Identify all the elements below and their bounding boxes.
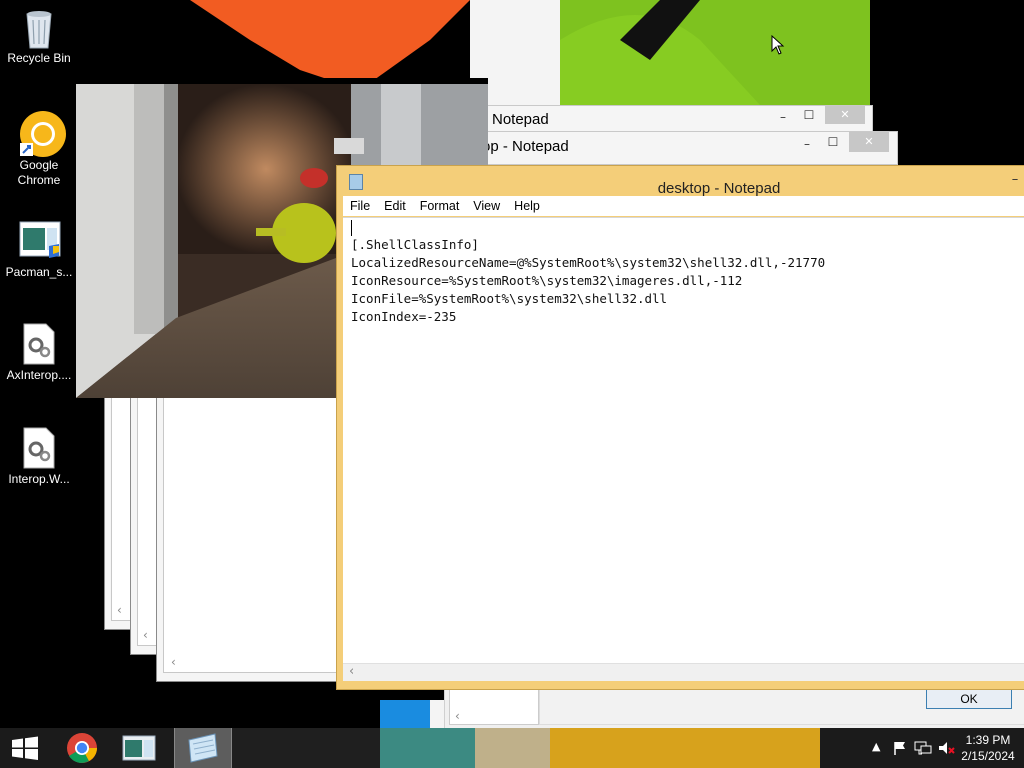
taskbar: ▲ 1:39 PM 2/15/2024	[0, 728, 1024, 768]
desktop-icon-axinterop[interactable]: AxInterop....	[3, 323, 75, 383]
clock-date: 2/15/2024	[961, 749, 1015, 763]
desktop-icon-interop-w[interactable]: Interop.W...	[3, 427, 75, 487]
show-hidden-icons-chevron[interactable]: ▲	[872, 740, 880, 753]
document-text[interactable]: [.ShellClassInfo] LocalizedResourceName=…	[351, 236, 825, 326]
system-tray: ▲ 1:39 PM 2/15/2024	[834, 728, 1024, 768]
window-title: desktop - Notepad	[657, 180, 781, 197]
taskbar-chrome-button[interactable]	[58, 728, 106, 768]
notepad-window[interactable]: desktop - Notepad – File Edit Format View He…	[336, 165, 1024, 690]
text-caret	[351, 220, 352, 236]
window-title: Notepad	[492, 111, 549, 128]
installer-icon	[122, 735, 156, 761]
menu-help[interactable]: Help	[507, 196, 547, 213]
notepad-icon	[188, 733, 218, 763]
dll-file-icon	[19, 323, 59, 365]
volume-muted-icon[interactable]	[938, 740, 956, 756]
dialog-text-area	[449, 689, 539, 725]
start-button[interactable]	[0, 728, 50, 768]
minimize-button[interactable]: –	[773, 110, 793, 124]
close-button[interactable]: ✕	[849, 132, 889, 152]
window-title: op - Notepad	[482, 138, 569, 155]
maximize-button[interactable]: ☐	[823, 135, 843, 149]
desktop-icon-label: Interop.W...	[8, 472, 70, 486]
scroll-left-arrow[interactable]: ‹	[171, 655, 176, 669]
background-notepad-window-b[interactable]: op - Notepad – ☐ ✕	[478, 131, 898, 165]
scroll-left-arrow[interactable]: ‹	[117, 603, 122, 617]
background-dialog: ‹ OK	[444, 688, 1024, 730]
close-button[interactable]: ✕	[825, 106, 865, 124]
scroll-left-arrow[interactable]: ‹	[455, 709, 460, 723]
maximize-button[interactable]: ☐	[799, 108, 819, 122]
desktop-icon-google-chrome[interactable]: Google Chrome	[3, 110, 75, 188]
menu-format[interactable]: Format	[413, 196, 467, 213]
taskbar-installer-button[interactable]	[114, 728, 164, 768]
action-center-flag-icon[interactable]	[892, 740, 908, 756]
windows-logo-icon	[12, 736, 38, 760]
minimize-button[interactable]: –	[797, 137, 817, 151]
scroll-left-arrow[interactable]: ‹	[349, 664, 354, 679]
minimize-button[interactable]: –	[1005, 172, 1024, 187]
desktop-icon-label: Pacman_s...	[5, 265, 73, 279]
taskbar-notepad-button[interactable]	[174, 728, 232, 768]
desktop-icon-label: AxInterop....	[6, 368, 72, 382]
menu-bar: File Edit Format View Help	[343, 196, 1024, 216]
menu-edit[interactable]: Edit	[377, 196, 413, 213]
text-editor-area[interactable]: [.ShellClassInfo] LocalizedResourceName=…	[343, 217, 1024, 681]
scroll-left-arrow[interactable]: ‹	[143, 628, 148, 642]
desktop-icon-recycle-bin[interactable]: Recycle Bin	[3, 6, 75, 66]
desktop-icon-pacman-setup[interactable]: Pacman_s...	[3, 220, 75, 280]
recycle-bin-icon	[19, 6, 59, 49]
installer-icon	[19, 220, 61, 262]
chrome-icon	[67, 733, 97, 763]
menu-file[interactable]: File	[343, 196, 377, 213]
horizontal-scrollbar[interactable]: ‹	[343, 663, 1024, 681]
ok-button[interactable]: OK	[926, 689, 1012, 709]
mouse-cursor-icon	[771, 35, 785, 55]
clock-time: 1:39 PM	[965, 733, 1011, 747]
network-icon[interactable]	[914, 740, 932, 756]
dll-file-icon	[19, 427, 59, 469]
desktop-icon-label: Recycle Bin	[7, 51, 71, 65]
taskbar-clock[interactable]: 1:39 PM 2/15/2024	[958, 732, 1018, 764]
desktop-icon-label: Google Chrome	[17, 158, 61, 187]
chrome-icon	[19, 110, 66, 157]
menu-view[interactable]: View	[466, 196, 507, 213]
background-window-3[interactable]: ‹	[156, 395, 343, 682]
